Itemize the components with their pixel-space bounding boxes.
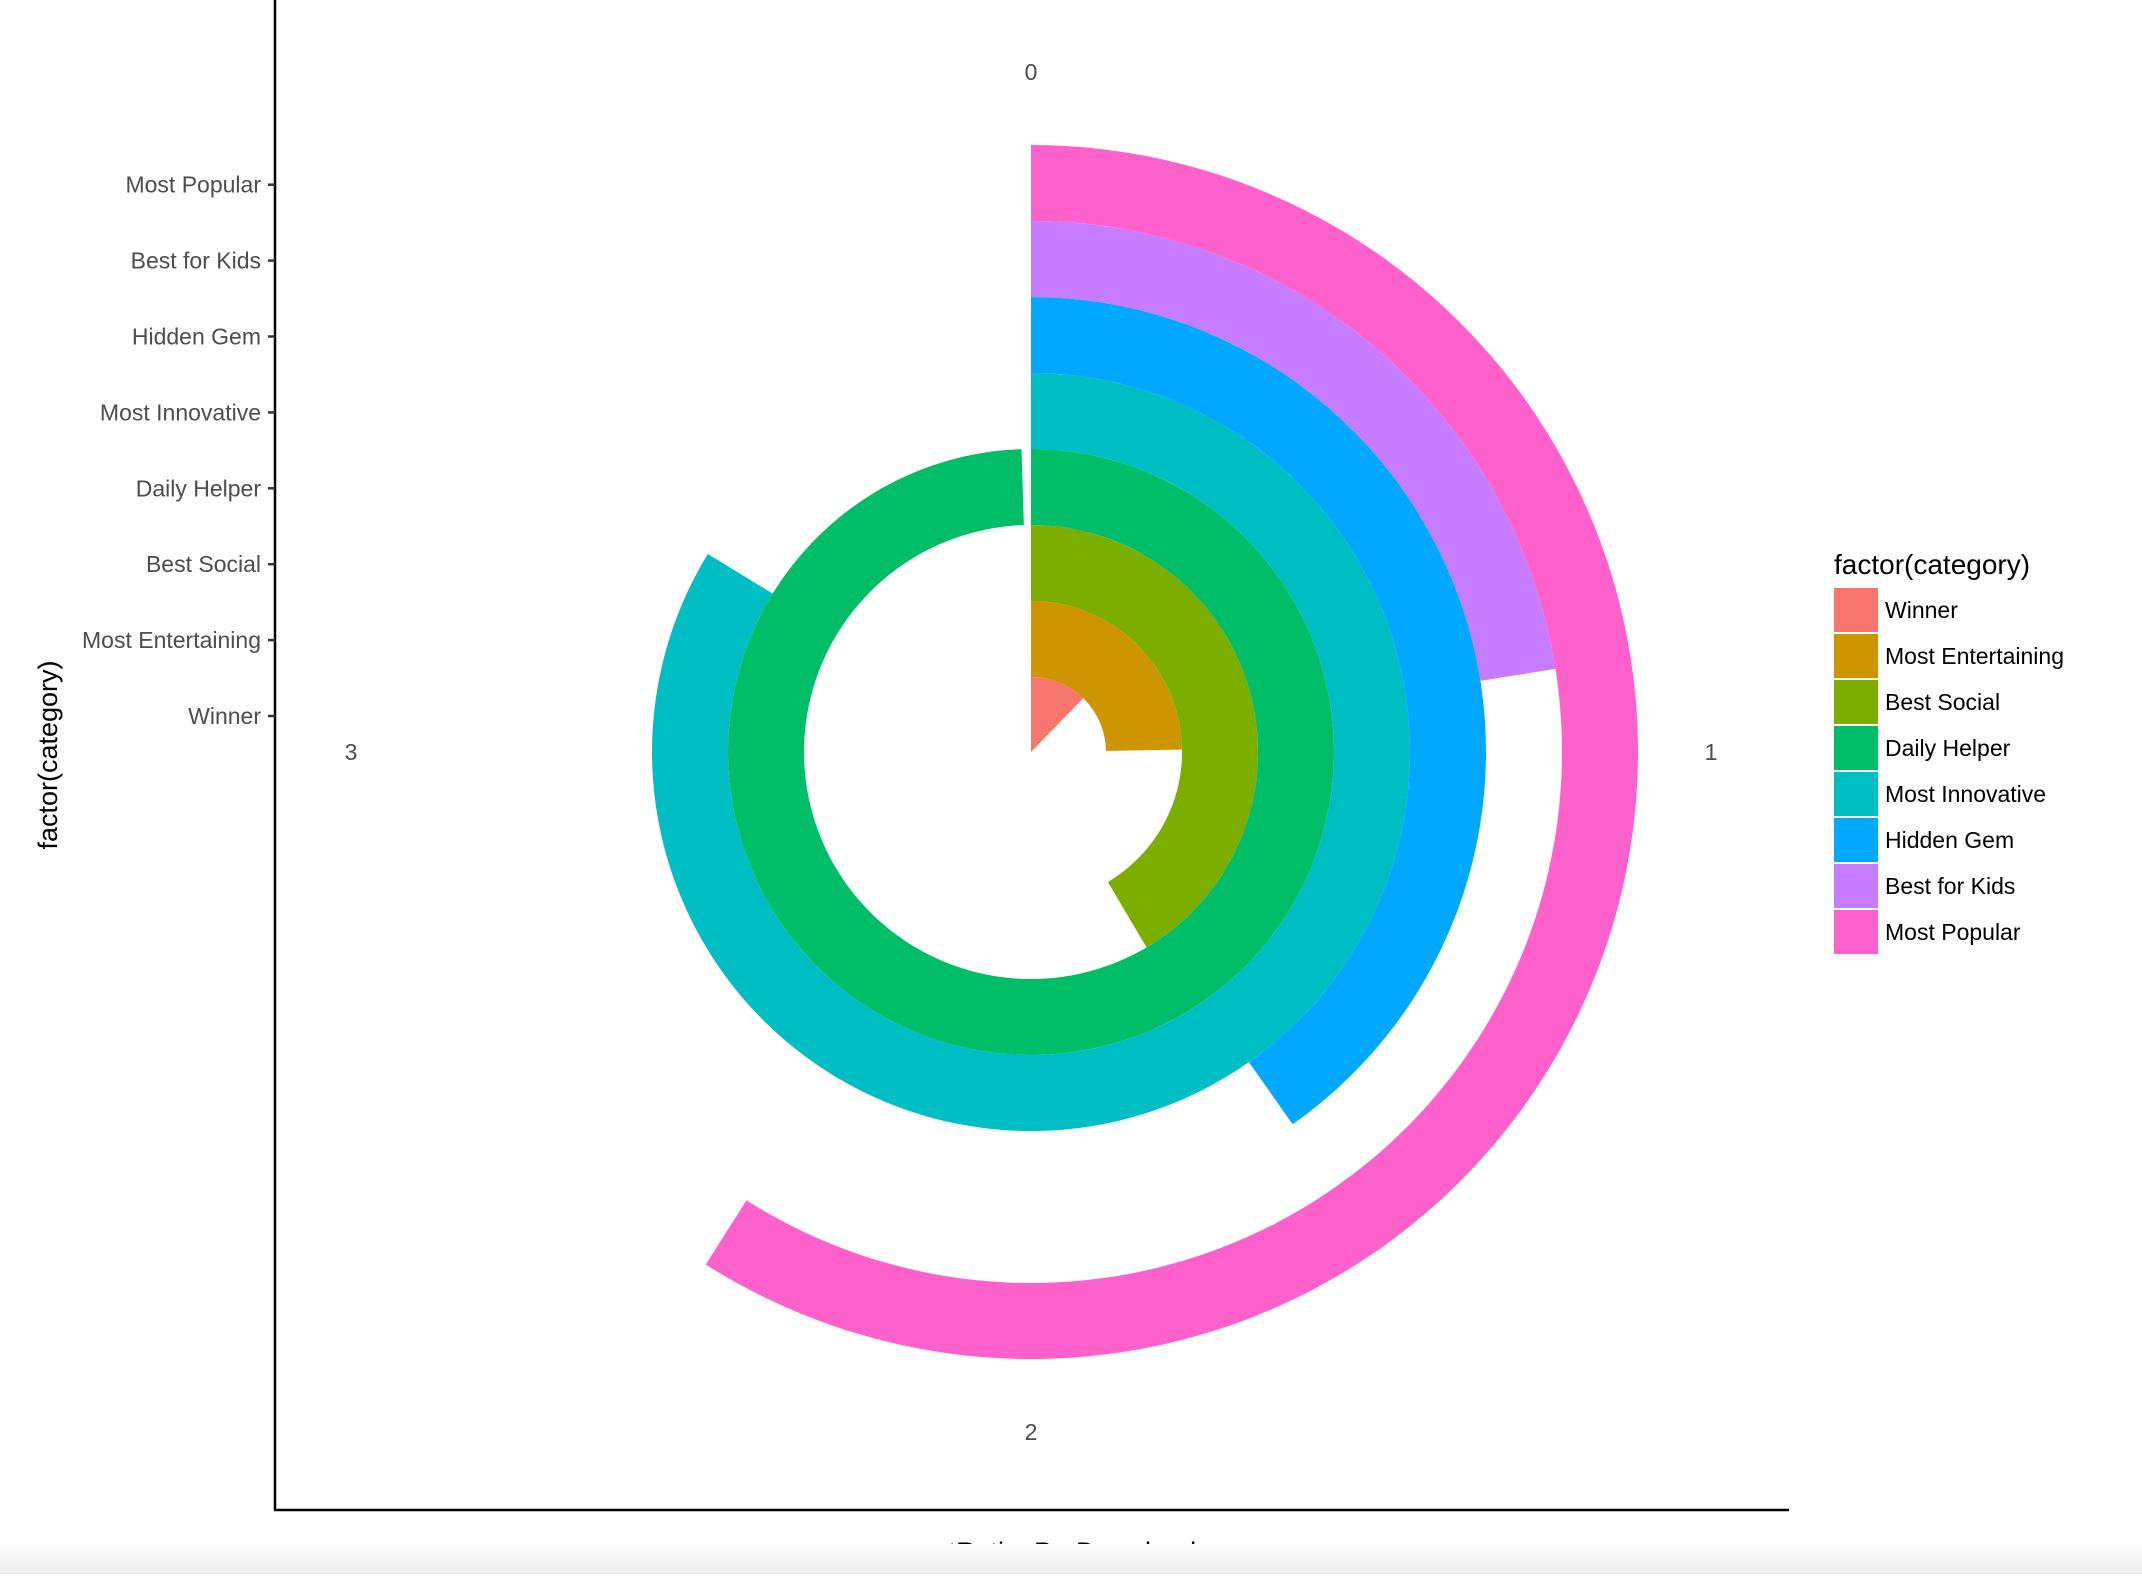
y-tick-label: Most Popular (125, 172, 261, 198)
legend-label: Most Innovative (1885, 781, 2046, 807)
theta-tick-label: 0 (1025, 59, 1038, 85)
legend-key (1834, 634, 1878, 678)
y-tick-label: Most Entertaining (82, 627, 261, 653)
bars-layer (652, 145, 1638, 1359)
legend-key (1834, 910, 1878, 954)
legend-key (1834, 818, 1878, 862)
y-tick-label: Winner (188, 703, 261, 729)
legend-title: factor(category) (1834, 549, 2030, 580)
legend-key (1834, 680, 1878, 724)
legend-key (1834, 588, 1878, 632)
legend-label: Most Popular (1885, 919, 2021, 945)
legend-label: Most Entertaining (1885, 643, 2064, 669)
legend-label: Best Social (1885, 689, 2000, 715)
theta-tick-label: 3 (345, 739, 358, 765)
y-tick-label: Daily Helper (136, 475, 262, 501)
y-axis-title: factor(category) (33, 660, 63, 849)
y-tick-label: Most Innovative (100, 399, 261, 425)
theta-tick-label: 1 (1705, 739, 1718, 765)
legend-key (1834, 726, 1878, 770)
legend: factor(category) Winner Most Entertaining… (1834, 549, 2064, 954)
legend-label: Winner (1885, 597, 1958, 623)
y-tick-label: Best for Kids (131, 248, 261, 274)
y-tick-label: Best Social (146, 551, 261, 577)
legend-label: Hidden Gem (1885, 827, 2014, 853)
y-tick-layer: Winner Most Entertaining Best Social Daily … (82, 172, 275, 729)
legend-key (1834, 772, 1878, 816)
legend-label: Daily Helper (1885, 735, 2011, 761)
theta-tick-label: 2 (1025, 1419, 1038, 1445)
chart: Winner Most Entertaining Best Social Daily … (0, 0, 2142, 1574)
window-bottom-bar (0, 1544, 2142, 1574)
chart-svg: Winner Most Entertaining Best Social Daily … (33, 0, 2064, 1567)
legend-label: Best for Kids (1885, 873, 2015, 899)
legend-key (1834, 864, 1878, 908)
y-tick-label: Hidden Gem (132, 324, 261, 350)
